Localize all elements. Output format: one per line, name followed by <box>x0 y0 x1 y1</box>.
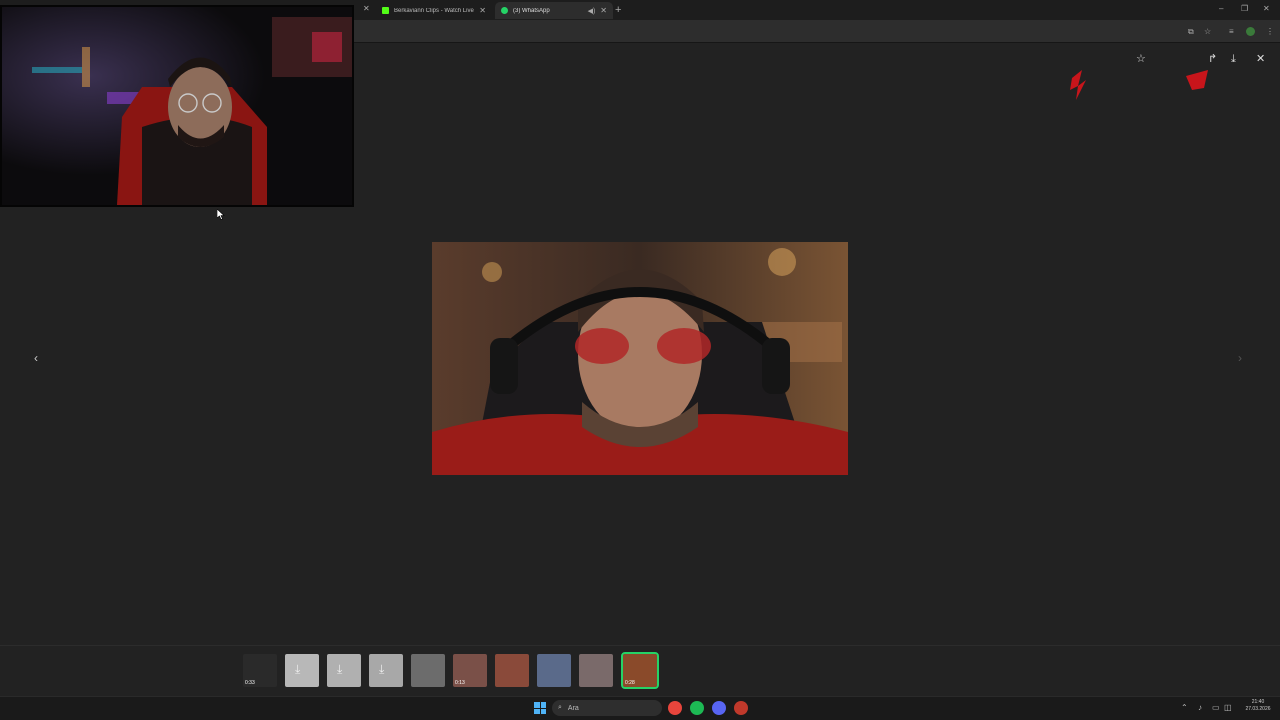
restore-icon[interactable]: ❐ <box>1241 3 1248 15</box>
chevron-up-icon[interactable]: ⌃ <box>1181 702 1188 714</box>
thumbnail-7[interactable] <box>537 654 571 687</box>
thumbnail-6[interactable] <box>495 654 529 687</box>
download-icon: ⤓ <box>295 662 301 676</box>
media-image <box>432 242 848 475</box>
discord-icon[interactable] <box>712 701 726 715</box>
profile-avatar[interactable] <box>1246 27 1255 36</box>
audio-playing-icon[interactable]: ◀) <box>588 7 596 15</box>
thumbnail-8[interactable] <box>579 654 613 687</box>
tab-whatsapp[interactable]: (3) WhatsApp ◀) ✕ <box>495 2 613 19</box>
thumbnail-4[interactable] <box>411 654 445 687</box>
streamer-webcam-image <box>2 7 352 205</box>
speaker-icon[interactable]: ▭ <box>1212 702 1220 714</box>
search-placeholder: Ara <box>567 704 579 712</box>
network-icon[interactable]: ◫ <box>1224 702 1232 714</box>
download-icon: ⤓ <box>379 662 385 676</box>
webcam-overlay <box>0 5 354 207</box>
media-preview[interactable] <box>432 242 848 475</box>
close-tab-icon[interactable]: ✕ <box>363 5 370 13</box>
thumbnail-2[interactable]: ⤓ <box>327 654 361 687</box>
thumbnail-1[interactable]: ⤓ <box>285 654 319 687</box>
tab-kick[interactable]: Berkaviann Clips - Watch Live o ✕ <box>376 2 492 19</box>
tab-title: Berkaviann Clips - Watch Live o <box>394 7 475 14</box>
app-icon[interactable] <box>734 701 748 715</box>
windows-start-icon[interactable] <box>534 702 546 714</box>
microphone-icon[interactable]: ♪ <box>1198 702 1202 714</box>
bynogame-logo <box>1064 30 1214 102</box>
clock-time: 21:40 <box>1251 699 1265 705</box>
taskbar-search[interactable]: ⌕ Ara <box>552 700 662 716</box>
close-tab-icon[interactable]: ✕ <box>479 6 486 15</box>
logo-mark <box>1070 70 1208 100</box>
close-icon[interactable]: ✕ <box>1263 3 1270 15</box>
thumbnail-5[interactable]: 0:13 <box>453 654 487 687</box>
plus-icon[interactable]: + <box>615 3 621 17</box>
close-tab-icon[interactable]: ✕ <box>600 6 607 15</box>
menu-icon[interactable]: ⋮ <box>1266 27 1274 37</box>
system-clock[interactable]: 21:40 27.03.2026 <box>1240 699 1276 713</box>
chevron-right-icon[interactable]: › <box>1238 350 1242 366</box>
kick-favicon-icon <box>382 7 389 14</box>
whatsapp-favicon-icon <box>501 7 508 14</box>
thumbnail-0[interactable]: 0:33 <box>243 654 277 687</box>
video-duration: 0:33 <box>245 680 255 686</box>
thumbnail-9-selected[interactable]: 0:28 <box>621 652 659 689</box>
extensions-icon[interactable]: ≡ <box>1229 27 1234 37</box>
spotify-icon[interactable] <box>690 701 704 715</box>
close-icon[interactable]: ✕ <box>1256 52 1265 66</box>
video-duration: 0:28 <box>625 680 635 686</box>
thumbnail-3[interactable]: ⤓ <box>369 654 403 687</box>
mouse-cursor-icon <box>217 209 225 220</box>
clock-date: 27.03.2026 <box>1245 706 1271 712</box>
tab-title: (3) WhatsApp <box>513 7 550 14</box>
minimize-icon[interactable]: – <box>1219 3 1223 15</box>
download-icon[interactable]: ⤓ <box>1231 52 1236 66</box>
video-duration: 0:13 <box>455 680 465 686</box>
search-icon: ⌕ <box>558 704 562 711</box>
chrome-icon[interactable] <box>668 701 682 715</box>
chevron-left-icon[interactable]: ‹ <box>34 350 38 366</box>
download-icon: ⤓ <box>337 662 343 676</box>
